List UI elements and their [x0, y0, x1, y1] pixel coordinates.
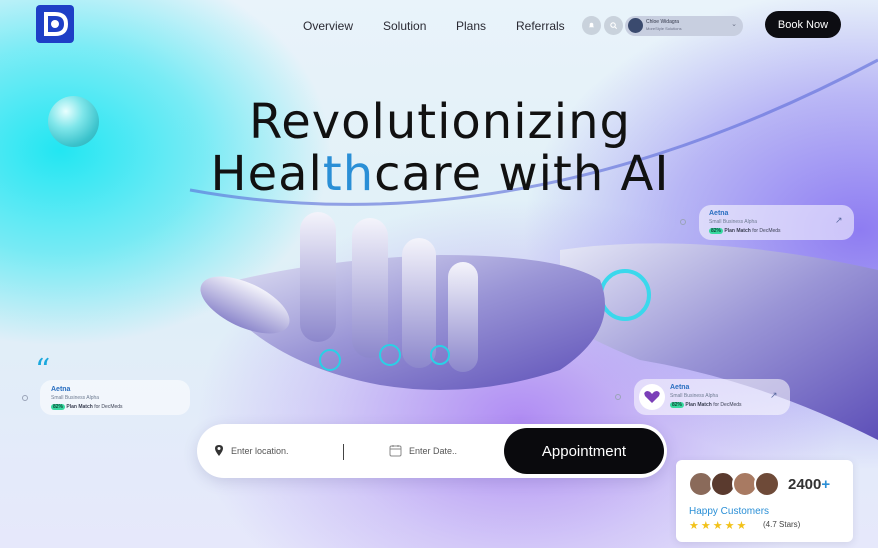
card-match: 82% Plan Match for DecMeds	[709, 228, 781, 234]
nav-plans[interactable]: Plans	[456, 19, 486, 33]
appointment-button[interactable]: Appointment	[504, 428, 664, 474]
card-match: 82% Plan Match for DecMeds	[670, 402, 742, 408]
appointment-search-bar: Enter location. Enter Date.. Appointment	[197, 424, 667, 478]
card-subtitle: Small Business Alpha	[709, 219, 758, 225]
card-match: 82% Plan Match for DecMeds	[51, 404, 123, 410]
arrow-up-right-icon[interactable]: ↗	[835, 215, 843, 226]
nav-overview[interactable]: Overview	[303, 19, 353, 33]
match-label: Plan Match	[66, 404, 93, 410]
plan-card[interactable]: Aetna Small Business Alpha 82% Plan Matc…	[40, 380, 190, 415]
decorative-orb	[48, 96, 99, 147]
search-icon[interactable]	[604, 16, 623, 35]
headline-accent: th	[322, 146, 375, 202]
bell-icon[interactable]	[582, 16, 601, 35]
book-now-button[interactable]: Book Now	[765, 11, 841, 38]
arrow-up-right-icon[interactable]: ↗	[770, 390, 778, 401]
plan-card[interactable]: Aetna Small Business Alpha 82% Plan Matc…	[699, 205, 854, 240]
avatar	[628, 18, 643, 33]
headline-text: care with AI	[374, 146, 670, 202]
hero-section: Overview Solution Plans Referrals Chloe …	[0, 0, 878, 548]
top-nav: Overview Solution Plans Referrals Chloe …	[0, 0, 878, 52]
divider	[343, 444, 344, 460]
nav-referrals[interactable]: Referrals	[516, 19, 565, 33]
headline-line-1: Revolutionizing	[249, 94, 631, 150]
nav-solution[interactable]: Solution	[383, 19, 426, 33]
card-indicator-dot	[615, 394, 621, 400]
headline-text: Heal	[210, 146, 323, 202]
match-percent: 82%	[709, 228, 724, 234]
match-label-rest: for DecMeds	[92, 404, 123, 410]
page-title: Revolutionizing Healthcare with AI	[140, 96, 740, 200]
card-subtitle: Small Business Alpha	[670, 393, 719, 399]
robot-finger-index	[300, 212, 336, 342]
avatar	[754, 471, 780, 497]
robot-finger-ring	[402, 238, 436, 368]
rating-text: (4.7 Stars)	[763, 520, 801, 529]
customer-count-plus: +	[821, 476, 831, 493]
user-subtitle: MoreStyle Solutions	[646, 26, 682, 31]
headline-line-2: Healthcare with AI	[140, 148, 740, 200]
match-label: Plan Match	[685, 402, 712, 408]
user-menu[interactable]: Chloe Widagra MoreStyle Solutions ⌄	[625, 16, 743, 36]
customer-count: 2400+	[788, 476, 830, 493]
heart-badge	[639, 384, 665, 410]
plan-card[interactable]: Aetna Small Business Alpha 82% Plan Matc…	[634, 379, 790, 415]
customers-label: Happy Customers	[689, 506, 770, 517]
location-input[interactable]: Enter location.	[231, 446, 289, 456]
match-label: Plan Match	[724, 228, 751, 234]
card-title: Aetna	[670, 384, 690, 391]
card-indicator-dot	[22, 395, 28, 401]
match-label-rest: for DecMeds	[711, 402, 742, 408]
calendar-icon	[389, 444, 402, 462]
logo-icon[interactable]	[36, 5, 74, 43]
user-name: Chloe Widagra	[646, 19, 680, 25]
location-pin-icon	[214, 444, 224, 462]
match-percent: 82%	[51, 404, 66, 410]
heart-icon	[644, 391, 660, 403]
date-input[interactable]: Enter Date..	[409, 446, 457, 456]
chevron-down-icon: ⌄	[731, 21, 737, 28]
customer-count-value: 2400	[788, 476, 822, 493]
star-icon: ★★★★★	[689, 520, 749, 532]
card-subtitle: Small Business Alpha	[51, 395, 100, 401]
card-title: Aetna	[51, 386, 71, 393]
match-label-rest: for DecMeds	[750, 228, 781, 234]
match-percent: 82%	[670, 402, 685, 408]
robot-finger-pinky	[448, 262, 478, 372]
happy-customers-card: 2400+ Happy Customers ★★★★★ (4.7 Stars)	[676, 460, 853, 542]
card-title: Aetna	[709, 210, 729, 217]
robot-finger-middle	[352, 218, 388, 358]
card-indicator-dot	[680, 219, 686, 225]
